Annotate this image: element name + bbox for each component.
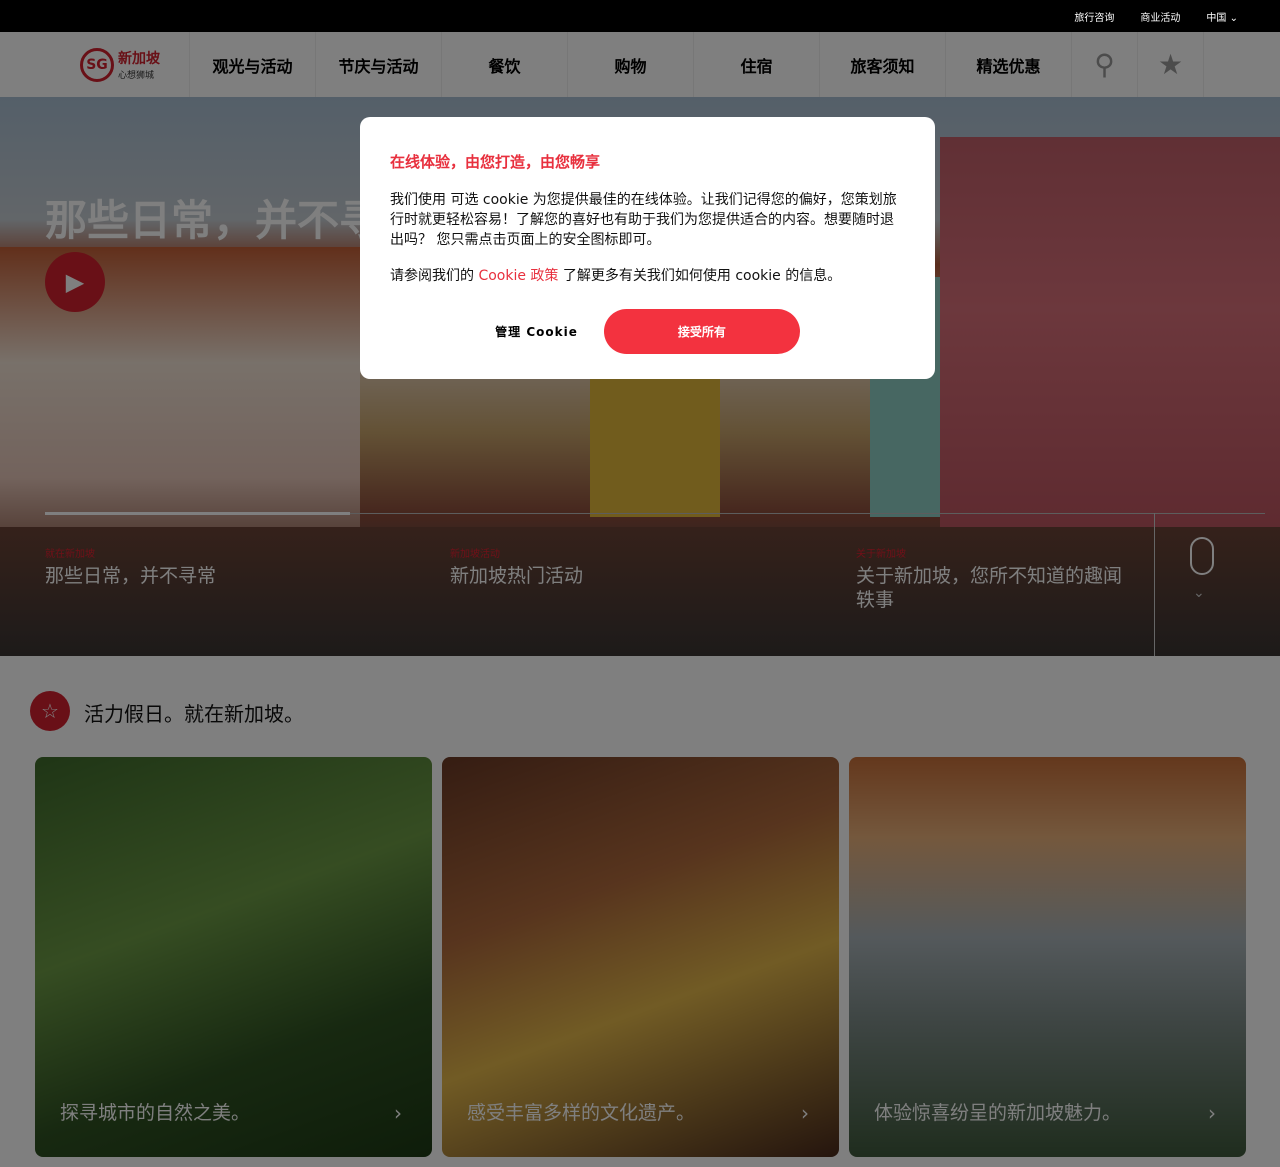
cookie-title: 在线体验，由您打造，由您畅享 (390, 153, 601, 171)
policy-post: 了解更多有关我们如何使用 cookie 的信息。 (558, 268, 842, 284)
cookie-consent-dialog: 在线体验，由您打造，由您畅享 我们使用 可选 cookie 为您提供最佳的在线体… (360, 117, 935, 379)
top-bar: 旅行咨询 商业活动 中国 ⌄ (0, 0, 1280, 32)
chevron-down-icon: ⌄ (1229, 12, 1238, 24)
language-label: 中国 (1206, 12, 1227, 24)
link-business-events[interactable]: 商业活动 (1140, 9, 1180, 24)
manage-cookie-button[interactable]: 管理 Cookie (495, 323, 578, 340)
link-travel-advisory[interactable]: 旅行咨询 (1074, 9, 1114, 24)
cookie-body: 我们使用 可选 cookie 为您提供最佳的在线体验。让我们记得您的偏好，您策划… (390, 192, 897, 248)
cookie-policy-link[interactable]: Cookie 政策 (478, 268, 558, 284)
language-selector[interactable]: 中国 ⌄ (1206, 9, 1238, 24)
cookie-policy-text: 请参阅我们的 Cookie 政策 了解更多有关我们如何使用 cookie 的信息… (390, 266, 905, 286)
policy-pre: 请参阅我们的 (390, 268, 479, 284)
accept-all-button[interactable]: 接受所有 (603, 309, 800, 354)
